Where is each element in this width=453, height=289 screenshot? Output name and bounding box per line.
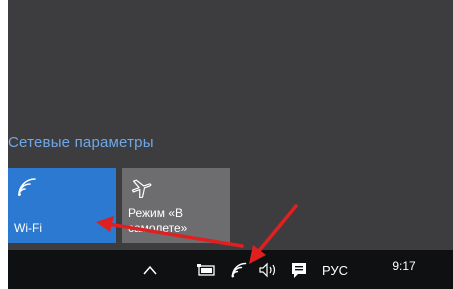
wifi-icon[interactable]	[229, 260, 249, 280]
airplane-tile-label: Режим «В самолете»	[128, 206, 188, 235]
taskbar: РУС 9:17	[8, 250, 453, 289]
airplane-mode-tile[interactable]: Режим «В самолете»	[122, 168, 230, 243]
network-settings-link[interactable]: Сетевые параметры	[8, 134, 154, 151]
wifi-tile[interactable]: Wi-Fi	[8, 168, 116, 243]
language-indicator[interactable]: РУС	[318, 260, 352, 280]
network-flyout: Сетевые параметры Wi-Fi Режим «В самолет…	[8, 0, 453, 250]
airplane-icon	[131, 179, 152, 198]
wifi-icon	[18, 178, 36, 196]
action-center-icon[interactable]	[288, 260, 310, 280]
clock[interactable]: 9:17	[384, 256, 424, 276]
wifi-tile-label: Wi-Fi	[14, 221, 42, 235]
volume-icon[interactable]	[257, 260, 279, 280]
battery-icon[interactable]	[195, 260, 217, 280]
chevron-up-icon[interactable]	[140, 260, 160, 280]
